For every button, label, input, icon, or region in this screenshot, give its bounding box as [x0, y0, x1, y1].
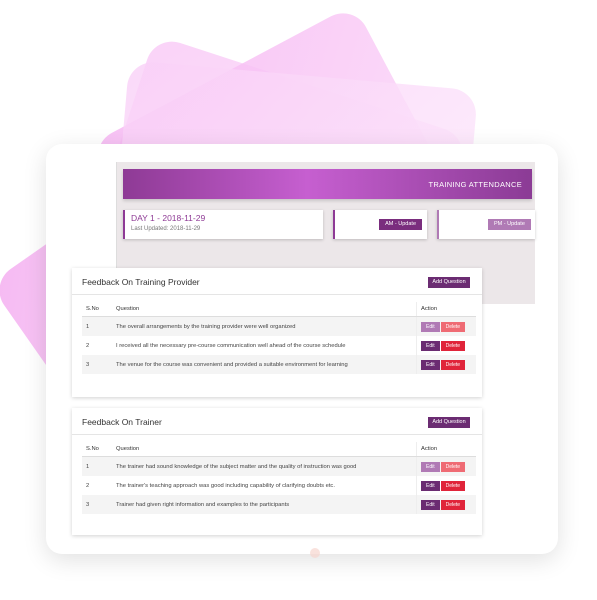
feedback-trainer-title: Feedback On Trainer — [82, 417, 162, 427]
feedback-trainer-card: Feedback On Trainer Add Question S.No Qu… — [72, 408, 482, 535]
attendance-title: TRAINING ATTENDANCE — [428, 180, 522, 189]
row-question: The venue for the course was convenient … — [112, 355, 417, 374]
row-sno: 2 — [82, 476, 112, 495]
column-header-question: Question — [112, 442, 417, 457]
edit-button[interactable]: Edit — [421, 321, 440, 332]
delete-button[interactable]: Delete — [440, 461, 466, 472]
table-header-row: S.No Question Action — [82, 302, 476, 317]
delete-button[interactable]: Delete — [440, 340, 466, 351]
row-actions: Edit Delete — [416, 316, 476, 336]
row-sno: 3 — [82, 495, 112, 514]
feedback-provider-card: Feedback On Training Provider Add Questi… — [72, 268, 482, 397]
day-card: DAY 1 - 2018-11-29 Last Updated: 2018-11… — [123, 210, 323, 239]
feedback-provider-title: Feedback On Training Provider — [82, 277, 200, 287]
row-question: Trainer had given right information and … — [112, 495, 417, 514]
column-header-sno: S.No — [82, 442, 112, 457]
edit-button[interactable]: Edit — [421, 499, 440, 510]
table-row: 3 Trainer had given right information an… — [82, 495, 476, 514]
attendance-banner: TRAINING ATTENDANCE — [123, 169, 532, 199]
column-header-question: Question — [112, 302, 417, 317]
feedback-provider-table: S.No Question Action 1 The overall arran… — [82, 302, 476, 374]
delete-button[interactable]: Delete — [440, 359, 466, 370]
row-sno: 3 — [82, 355, 112, 374]
column-header-action: Action — [416, 302, 476, 317]
edit-button[interactable]: Edit — [421, 461, 440, 472]
column-header-sno: S.No — [82, 302, 112, 317]
row-question: The trainer's teaching approach was good… — [112, 476, 417, 495]
am-update-button[interactable]: AM - Update — [379, 219, 422, 230]
row-actions: Edit Delete — [416, 355, 476, 374]
row-actions: Edit Delete — [416, 495, 476, 514]
row-question: I received all the necessary pre-course … — [112, 336, 417, 355]
am-session-card: AM - Update — [333, 210, 427, 239]
table-header-row: S.No Question Action — [82, 442, 476, 457]
row-sno: 1 — [82, 456, 112, 476]
delete-button[interactable]: Delete — [440, 321, 466, 332]
row-actions: Edit Delete — [416, 476, 476, 495]
pm-session-card: PM - Update — [437, 210, 535, 239]
table-row: 3 The venue for the course was convenien… — [82, 355, 476, 374]
table-row: 2 The trainer's teaching approach was go… — [82, 476, 476, 495]
feedback-trainer-table: S.No Question Action 1 The trainer had s… — [82, 442, 476, 514]
row-sno: 1 — [82, 316, 112, 336]
add-question-button[interactable]: Add Question — [428, 417, 470, 428]
row-actions: Edit Delete — [416, 336, 476, 355]
row-question: The overall arrangements by the training… — [112, 316, 417, 336]
edit-button[interactable]: Edit — [421, 480, 440, 491]
divider — [72, 434, 482, 435]
edit-button[interactable]: Edit — [421, 359, 440, 370]
delete-button[interactable]: Delete — [440, 499, 466, 510]
row-question: The trainer had sound knowledge of the s… — [112, 456, 417, 476]
column-header-action: Action — [416, 442, 476, 457]
decorative-dot — [310, 548, 320, 558]
add-question-button[interactable]: Add Question — [428, 277, 470, 288]
table-row: 2 I received all the necessary pre-cours… — [82, 336, 476, 355]
edit-button[interactable]: Edit — [421, 340, 440, 351]
table-row: 1 The overall arrangements by the traini… — [82, 316, 476, 336]
last-updated-text: Last Updated: 2018-11-29 — [131, 226, 201, 232]
day-title: DAY 1 - 2018-11-29 — [131, 213, 206, 223]
pm-update-button[interactable]: PM - Update — [488, 219, 531, 230]
delete-button[interactable]: Delete — [440, 480, 466, 491]
row-actions: Edit Delete — [416, 456, 476, 476]
row-sno: 2 — [82, 336, 112, 355]
table-row: 1 The trainer had sound knowledge of the… — [82, 456, 476, 476]
divider — [72, 294, 482, 295]
